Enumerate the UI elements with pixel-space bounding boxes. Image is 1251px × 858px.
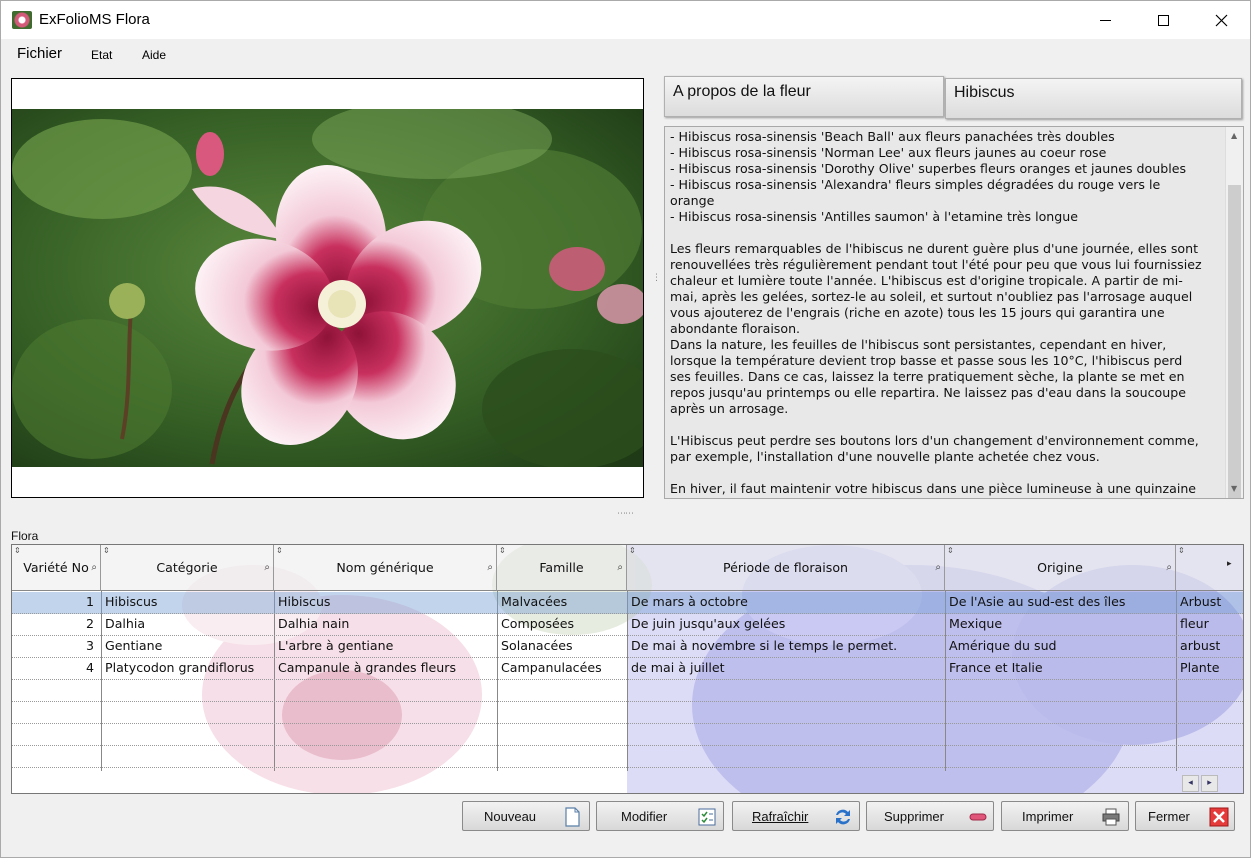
window-title: ExFolioMS Flora bbox=[39, 11, 150, 28]
cell-origine: France et Italie bbox=[949, 660, 1043, 675]
cell-type: Plante bbox=[1180, 660, 1220, 675]
flora-grid: ⇕ Variété No ⌕ ⇕ Catégorie ⌕ ⇕ Nom générique ⌕… bbox=[11, 544, 1244, 794]
sort-icon[interactable]: ⇕ bbox=[103, 546, 110, 555]
cell-origine: Mexique bbox=[949, 616, 1003, 631]
menu-bar: Fichier Etat Aide bbox=[1, 39, 1250, 69]
search-icon[interactable]: ⌕ bbox=[91, 562, 97, 573]
tab-about-flower[interactable]: A propos de la fleur bbox=[664, 76, 944, 117]
vertical-splitter-grip[interactable]: ⋮ bbox=[652, 273, 661, 283]
cell-periode: de mai à juillet bbox=[631, 660, 725, 675]
search-icon[interactable]: ⌕ bbox=[487, 562, 493, 573]
scroll-right-icon[interactable]: ▸ bbox=[1227, 559, 1232, 569]
close-icon bbox=[1215, 14, 1227, 26]
new-button[interactable]: Nouveau bbox=[462, 801, 590, 831]
cell-type: arbust bbox=[1180, 638, 1221, 653]
column-header-variete[interactable]: ⇕ Variété No ⌕ bbox=[12, 545, 101, 591]
table-row-empty[interactable] bbox=[12, 724, 1243, 746]
print-button[interactable]: Imprimer bbox=[1001, 801, 1129, 831]
search-icon[interactable]: ⌕ bbox=[264, 562, 270, 573]
printer-icon bbox=[1102, 808, 1120, 826]
menu-aide[interactable]: Aide bbox=[142, 48, 166, 62]
search-icon[interactable]: ⌕ bbox=[935, 562, 941, 573]
sort-icon[interactable]: ⇕ bbox=[1178, 546, 1185, 555]
cell-type: Arbust bbox=[1180, 594, 1222, 609]
cell-periode: De mars à octobre bbox=[631, 594, 748, 609]
refresh-button[interactable]: Rafraîchir bbox=[732, 801, 860, 831]
horizontal-splitter-grip[interactable]: ⋯⋯ bbox=[617, 509, 634, 519]
sort-icon[interactable]: ⇕ bbox=[14, 546, 21, 555]
cell-famille: Malvacées bbox=[501, 594, 568, 609]
eraser-icon bbox=[969, 813, 987, 821]
flower-description[interactable]: - Hibiscus rosa-sinensis 'Beach Ball' au… bbox=[664, 126, 1244, 499]
cell-periode: De juin jusqu'aux gelées bbox=[631, 616, 786, 631]
minimize-button[interactable] bbox=[1076, 1, 1134, 39]
cell-nom-generique: Dalhia nain bbox=[278, 616, 350, 631]
edit-button[interactable]: Modifier bbox=[596, 801, 724, 831]
sort-icon[interactable]: ⇕ bbox=[499, 546, 506, 555]
column-header-origine[interactable]: ⇕ Origine ⌕ bbox=[945, 545, 1176, 591]
grid-label: Flora bbox=[11, 529, 39, 543]
table-row-empty[interactable] bbox=[12, 702, 1243, 724]
menu-etat[interactable]: Etat bbox=[91, 48, 112, 62]
close-window-button[interactable] bbox=[1192, 1, 1250, 39]
column-header-more[interactable]: ⇕ bbox=[1176, 545, 1243, 591]
cell-variete: 1 bbox=[85, 594, 94, 609]
table-row-empty[interactable] bbox=[12, 680, 1243, 702]
cell-origine: Amérique du sud bbox=[949, 638, 1057, 653]
flower-photo-frame bbox=[11, 78, 644, 498]
delete-button[interactable]: Supprimer bbox=[866, 801, 994, 831]
minimize-icon bbox=[1099, 19, 1111, 21]
cell-famille: Solanacées bbox=[501, 638, 573, 653]
menu-fichier[interactable]: Fichier bbox=[17, 45, 62, 62]
cell-categorie: Hibiscus bbox=[105, 594, 158, 609]
checklist-icon bbox=[698, 808, 716, 826]
maximize-icon bbox=[1157, 14, 1169, 26]
cell-origine: De l'Asie au sud-est des îles bbox=[949, 594, 1126, 609]
table-row[interactable]: 2 Dalhia Dalhia nain Composées De juin j… bbox=[12, 614, 1243, 636]
column-header-nom-generique[interactable]: ⇕ Nom générique ⌕ bbox=[274, 545, 497, 591]
cell-type: fleur bbox=[1180, 616, 1209, 631]
flower-photo bbox=[12, 109, 643, 467]
flower-app-icon bbox=[12, 11, 32, 29]
refresh-icon bbox=[836, 809, 850, 825]
scroll-right-icon[interactable]: ▸ bbox=[1201, 775, 1218, 792]
cell-nom-generique: Campanule à grandes fleurs bbox=[278, 660, 457, 675]
table-row[interactable]: 4 Platycodon grandiflorus Campanule à gr… bbox=[12, 658, 1243, 680]
scroll-left-icon[interactable]: ◂ bbox=[1182, 775, 1199, 792]
close-button[interactable]: Fermer bbox=[1135, 801, 1235, 831]
table-row-selected[interactable]: 1 Hibiscus Hibiscus Malvacées De mars à … bbox=[12, 592, 1243, 614]
table-row-empty[interactable] bbox=[12, 746, 1243, 768]
new-document-icon bbox=[565, 807, 580, 827]
column-header-periode[interactable]: ⇕ Période de floraison ⌕ bbox=[627, 545, 945, 591]
maximize-button[interactable] bbox=[1134, 1, 1192, 39]
sort-icon[interactable]: ⇕ bbox=[276, 546, 283, 555]
cell-nom-generique: Hibiscus bbox=[278, 594, 331, 609]
close-icon bbox=[1209, 807, 1229, 827]
sort-icon[interactable]: ⇕ bbox=[629, 546, 636, 555]
search-icon[interactable]: ⌕ bbox=[1166, 562, 1172, 573]
app-window: ExFolioMS Flora Fichier Etat Aide ⋮ A pr… bbox=[0, 0, 1251, 858]
cell-categorie: Platycodon grandiflorus bbox=[105, 660, 255, 675]
cell-famille: Composées bbox=[501, 616, 575, 631]
table-row[interactable]: 3 Gentiane L'arbre à gentiane Solanacées… bbox=[12, 636, 1243, 658]
scroll-down-icon[interactable]: ▼ bbox=[1231, 484, 1237, 493]
cell-variete: 4 bbox=[85, 660, 94, 675]
column-header-famille[interactable]: ⇕ Famille ⌕ bbox=[497, 545, 627, 591]
cell-famille: Campanulacées bbox=[501, 660, 602, 675]
cell-nom-generique: L'arbre à gentiane bbox=[278, 638, 394, 653]
cell-categorie: Gentiane bbox=[105, 638, 163, 653]
cell-variete: 3 bbox=[85, 638, 94, 653]
description-text: - Hibiscus rosa-sinensis 'Beach Ball' au… bbox=[670, 129, 1202, 496]
cell-periode: De mai à novembre si le temps le permet. bbox=[631, 638, 898, 653]
column-header-categorie[interactable]: ⇕ Catégorie ⌕ bbox=[101, 545, 274, 591]
scroll-thumb[interactable] bbox=[1228, 185, 1241, 498]
sort-icon[interactable]: ⇕ bbox=[947, 546, 954, 555]
scroll-up-icon[interactable]: ▲ bbox=[1231, 131, 1237, 140]
title-bar: ExFolioMS Flora bbox=[1, 1, 1250, 39]
cell-categorie: Dalhia bbox=[105, 616, 146, 631]
description-scrollbar[interactable]: ▲ ▼ bbox=[1225, 127, 1243, 498]
search-icon[interactable]: ⌕ bbox=[617, 562, 623, 573]
tab-flower-name[interactable]: Hibiscus bbox=[945, 78, 1242, 119]
cell-variete: 2 bbox=[85, 616, 94, 631]
